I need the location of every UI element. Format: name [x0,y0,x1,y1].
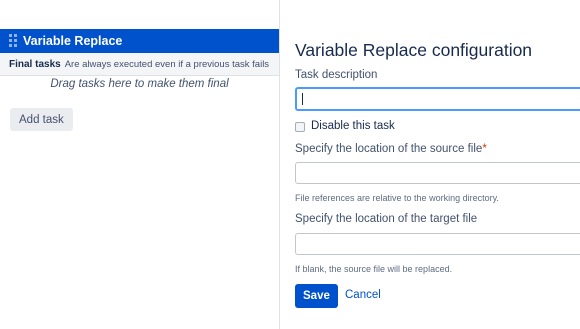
add-task-button[interactable]: Add task [10,108,73,131]
task-description-label: Task description [295,69,378,81]
source-file-label: Specify the location of the source file* [295,143,487,155]
drag-tasks-hint: Drag tasks here to make them final [50,78,229,90]
target-file-help: If blank, the source file will be replac… [295,264,453,274]
source-file-label-text: Specify the location of the source file [295,143,483,155]
task-list-panel: Variable Replace Final tasks Are always … [0,0,279,329]
source-file-input[interactable] [295,162,580,184]
final-tasks-label: Final tasks [9,58,61,70]
text-caret [302,93,303,105]
disable-task-label[interactable]: Disable this task [311,120,395,132]
panel-divider [279,0,280,329]
target-file-input[interactable] [295,233,580,255]
drag-handle-icon[interactable] [9,34,17,48]
target-file-label: Specify the location of the target file [295,213,478,225]
cancel-link[interactable]: Cancel [345,289,381,301]
task-configuration-form: Variable Replace configuration Task desc… [295,0,580,329]
final-tasks-bar: Final tasks Are always executed even if … [0,53,279,76]
task-item-variable-replace[interactable]: Variable Replace [0,29,279,53]
form-title: Variable Replace configuration [295,40,533,60]
source-file-help: File references are relative to the work… [295,193,499,203]
task-item-title: Variable Replace [23,34,123,48]
required-marker: * [482,143,487,155]
final-tasks-description: Are always executed even if a previous t… [64,58,270,70]
disable-task-checkbox[interactable] [295,122,305,132]
save-button[interactable]: Save [295,284,338,308]
task-description-input[interactable] [295,87,580,111]
